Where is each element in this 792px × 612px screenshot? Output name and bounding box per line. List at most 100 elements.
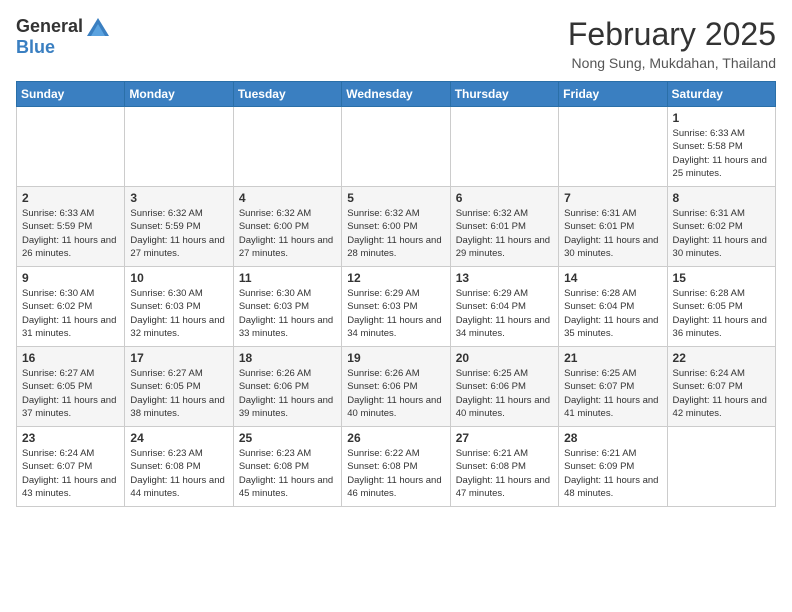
- day-info: Sunrise: 6:26 AM Sunset: 6:06 PM Dayligh…: [239, 367, 336, 420]
- day-number: 15: [673, 271, 770, 285]
- day-info: Sunrise: 6:29 AM Sunset: 6:03 PM Dayligh…: [347, 287, 444, 340]
- calendar-cell: 10 Sunrise: 6:30 AM Sunset: 6:03 PM Dayli…: [125, 267, 233, 347]
- day-number: 6: [456, 191, 553, 205]
- day-number: 23: [22, 431, 119, 445]
- calendar-cell: 13 Sunrise: 6:29 AM Sunset: 6:04 PM Dayli…: [450, 267, 558, 347]
- day-info: Sunrise: 6:22 AM Sunset: 6:08 PM Dayligh…: [347, 447, 444, 500]
- day-info: Sunrise: 6:25 AM Sunset: 6:06 PM Dayligh…: [456, 367, 553, 420]
- day-info: Sunrise: 6:31 AM Sunset: 6:01 PM Dayligh…: [564, 207, 661, 260]
- calendar-cell: [667, 427, 775, 507]
- day-info: Sunrise: 6:33 AM Sunset: 5:58 PM Dayligh…: [673, 127, 770, 180]
- day-number: 13: [456, 271, 553, 285]
- calendar-cell: 15Sunrise: 6:28 AM Sunset: 6:05 PM Dayli…: [667, 267, 775, 347]
- weekday-header-row: SundayMondayTuesdayWednesdayThursdayFrid…: [17, 82, 776, 107]
- calendar-cell: 9 Sunrise: 6:30 AM Sunset: 6:02 PM Daylig…: [17, 267, 125, 347]
- day-number: 27: [456, 431, 553, 445]
- day-info: Sunrise: 6:30 AM Sunset: 6:03 PM Dayligh…: [239, 287, 336, 340]
- calendar-cell: 28 Sunrise: 6:21 AM Sunset: 6:09 PM Dayli…: [559, 427, 667, 507]
- calendar-table: SundayMondayTuesdayWednesdayThursdayFrid…: [16, 81, 776, 507]
- day-info: Sunrise: 6:27 AM Sunset: 6:05 PM Dayligh…: [22, 367, 119, 420]
- logo: General Blue: [16, 16, 109, 58]
- day-number: 28: [564, 431, 661, 445]
- weekday-header-thursday: Thursday: [450, 82, 558, 107]
- day-number: 4: [239, 191, 336, 205]
- calendar-cell: 5Sunrise: 6:32 AM Sunset: 6:00 PM Daylig…: [342, 187, 450, 267]
- day-number: 2: [22, 191, 119, 205]
- day-number: 25: [239, 431, 336, 445]
- day-info: Sunrise: 6:27 AM Sunset: 6:05 PM Dayligh…: [130, 367, 227, 420]
- day-info: Sunrise: 6:24 AM Sunset: 6:07 PM Dayligh…: [673, 367, 770, 420]
- calendar-cell: 20 Sunrise: 6:25 AM Sunset: 6:06 PM Dayli…: [450, 347, 558, 427]
- calendar-week-5: 23Sunrise: 6:24 AM Sunset: 6:07 PM Dayli…: [17, 427, 776, 507]
- calendar-cell: 22 Sunrise: 6:24 AM Sunset: 6:07 PM Dayli…: [667, 347, 775, 427]
- calendar-cell: [17, 107, 125, 187]
- weekday-header-friday: Friday: [559, 82, 667, 107]
- day-number: 12: [347, 271, 444, 285]
- calendar-cell: 16 Sunrise: 6:27 AM Sunset: 6:05 PM Dayli…: [17, 347, 125, 427]
- day-number: 14: [564, 271, 661, 285]
- day-number: 19: [347, 351, 444, 365]
- day-info: Sunrise: 6:32 AM Sunset: 5:59 PM Dayligh…: [130, 207, 227, 260]
- day-number: 1: [673, 111, 770, 125]
- day-info: Sunrise: 6:30 AM Sunset: 6:02 PM Dayligh…: [22, 287, 119, 340]
- calendar-week-3: 9 Sunrise: 6:30 AM Sunset: 6:02 PM Daylig…: [17, 267, 776, 347]
- calendar-cell: 7 Sunrise: 6:31 AM Sunset: 6:01 PM Daylig…: [559, 187, 667, 267]
- day-info: Sunrise: 6:23 AM Sunset: 6:08 PM Dayligh…: [130, 447, 227, 500]
- day-info: Sunrise: 6:26 AM Sunset: 6:06 PM Dayligh…: [347, 367, 444, 420]
- day-info: Sunrise: 6:21 AM Sunset: 6:09 PM Dayligh…: [564, 447, 661, 500]
- day-number: 22: [673, 351, 770, 365]
- day-number: 24: [130, 431, 227, 445]
- calendar-cell: 23Sunrise: 6:24 AM Sunset: 6:07 PM Dayli…: [17, 427, 125, 507]
- day-info: Sunrise: 6:30 AM Sunset: 6:03 PM Dayligh…: [130, 287, 227, 340]
- day-info: Sunrise: 6:28 AM Sunset: 6:04 PM Dayligh…: [564, 287, 661, 340]
- day-info: Sunrise: 6:32 AM Sunset: 6:00 PM Dayligh…: [239, 207, 336, 260]
- calendar-cell: 11 Sunrise: 6:30 AM Sunset: 6:03 PM Dayli…: [233, 267, 341, 347]
- weekday-header-sunday: Sunday: [17, 82, 125, 107]
- weekday-header-tuesday: Tuesday: [233, 82, 341, 107]
- day-number: 8: [673, 191, 770, 205]
- calendar-cell: [125, 107, 233, 187]
- day-info: Sunrise: 6:21 AM Sunset: 6:08 PM Dayligh…: [456, 447, 553, 500]
- calendar-cell: 8 Sunrise: 6:31 AM Sunset: 6:02 PM Daylig…: [667, 187, 775, 267]
- day-number: 5: [347, 191, 444, 205]
- calendar-cell: 18Sunrise: 6:26 AM Sunset: 6:06 PM Dayli…: [233, 347, 341, 427]
- calendar-cell: 1 Sunrise: 6:33 AM Sunset: 5:58 PM Daylig…: [667, 107, 775, 187]
- day-number: 9: [22, 271, 119, 285]
- day-number: 26: [347, 431, 444, 445]
- day-number: 11: [239, 271, 336, 285]
- day-info: Sunrise: 6:32 AM Sunset: 6:01 PM Dayligh…: [456, 207, 553, 260]
- page-header: General Blue February 2025 Nong Sung, Mu…: [16, 16, 776, 71]
- calendar-cell: [559, 107, 667, 187]
- calendar-cell: 14 Sunrise: 6:28 AM Sunset: 6:04 PM Dayli…: [559, 267, 667, 347]
- calendar-week-1: 1 Sunrise: 6:33 AM Sunset: 5:58 PM Daylig…: [17, 107, 776, 187]
- calendar-cell: 4 Sunrise: 6:32 AM Sunset: 6:00 PM Daylig…: [233, 187, 341, 267]
- day-number: 7: [564, 191, 661, 205]
- day-info: Sunrise: 6:29 AM Sunset: 6:04 PM Dayligh…: [456, 287, 553, 340]
- day-number: 10: [130, 271, 227, 285]
- day-info: Sunrise: 6:25 AM Sunset: 6:07 PM Dayligh…: [564, 367, 661, 420]
- day-number: 16: [22, 351, 119, 365]
- month-year-title: February 2025: [568, 16, 776, 53]
- day-info: Sunrise: 6:23 AM Sunset: 6:08 PM Dayligh…: [239, 447, 336, 500]
- day-number: 21: [564, 351, 661, 365]
- weekday-header-monday: Monday: [125, 82, 233, 107]
- title-block: February 2025 Nong Sung, Mukdahan, Thail…: [568, 16, 776, 71]
- day-info: Sunrise: 6:31 AM Sunset: 6:02 PM Dayligh…: [673, 207, 770, 260]
- calendar-cell: 25 Sunrise: 6:23 AM Sunset: 6:08 PM Dayli…: [233, 427, 341, 507]
- calendar-cell: 12 Sunrise: 6:29 AM Sunset: 6:03 PM Dayli…: [342, 267, 450, 347]
- calendar-cell: [233, 107, 341, 187]
- calendar-cell: [450, 107, 558, 187]
- day-info: Sunrise: 6:33 AM Sunset: 5:59 PM Dayligh…: [22, 207, 119, 260]
- location-subtitle: Nong Sung, Mukdahan, Thailand: [568, 55, 776, 71]
- calendar-cell: 17Sunrise: 6:27 AM Sunset: 6:05 PM Dayli…: [125, 347, 233, 427]
- calendar-cell: 24 Sunrise: 6:23 AM Sunset: 6:08 PM Dayli…: [125, 427, 233, 507]
- calendar-cell: [342, 107, 450, 187]
- calendar-week-4: 16 Sunrise: 6:27 AM Sunset: 6:05 PM Dayli…: [17, 347, 776, 427]
- weekday-header-saturday: Saturday: [667, 82, 775, 107]
- calendar-cell: 27 Sunrise: 6:21 AM Sunset: 6:08 PM Dayli…: [450, 427, 558, 507]
- calendar-cell: 21 Sunrise: 6:25 AM Sunset: 6:07 PM Dayli…: [559, 347, 667, 427]
- day-number: 20: [456, 351, 553, 365]
- day-number: 3: [130, 191, 227, 205]
- calendar-cell: 6 Sunrise: 6:32 AM Sunset: 6:01 PM Daylig…: [450, 187, 558, 267]
- logo-icon: [87, 18, 109, 36]
